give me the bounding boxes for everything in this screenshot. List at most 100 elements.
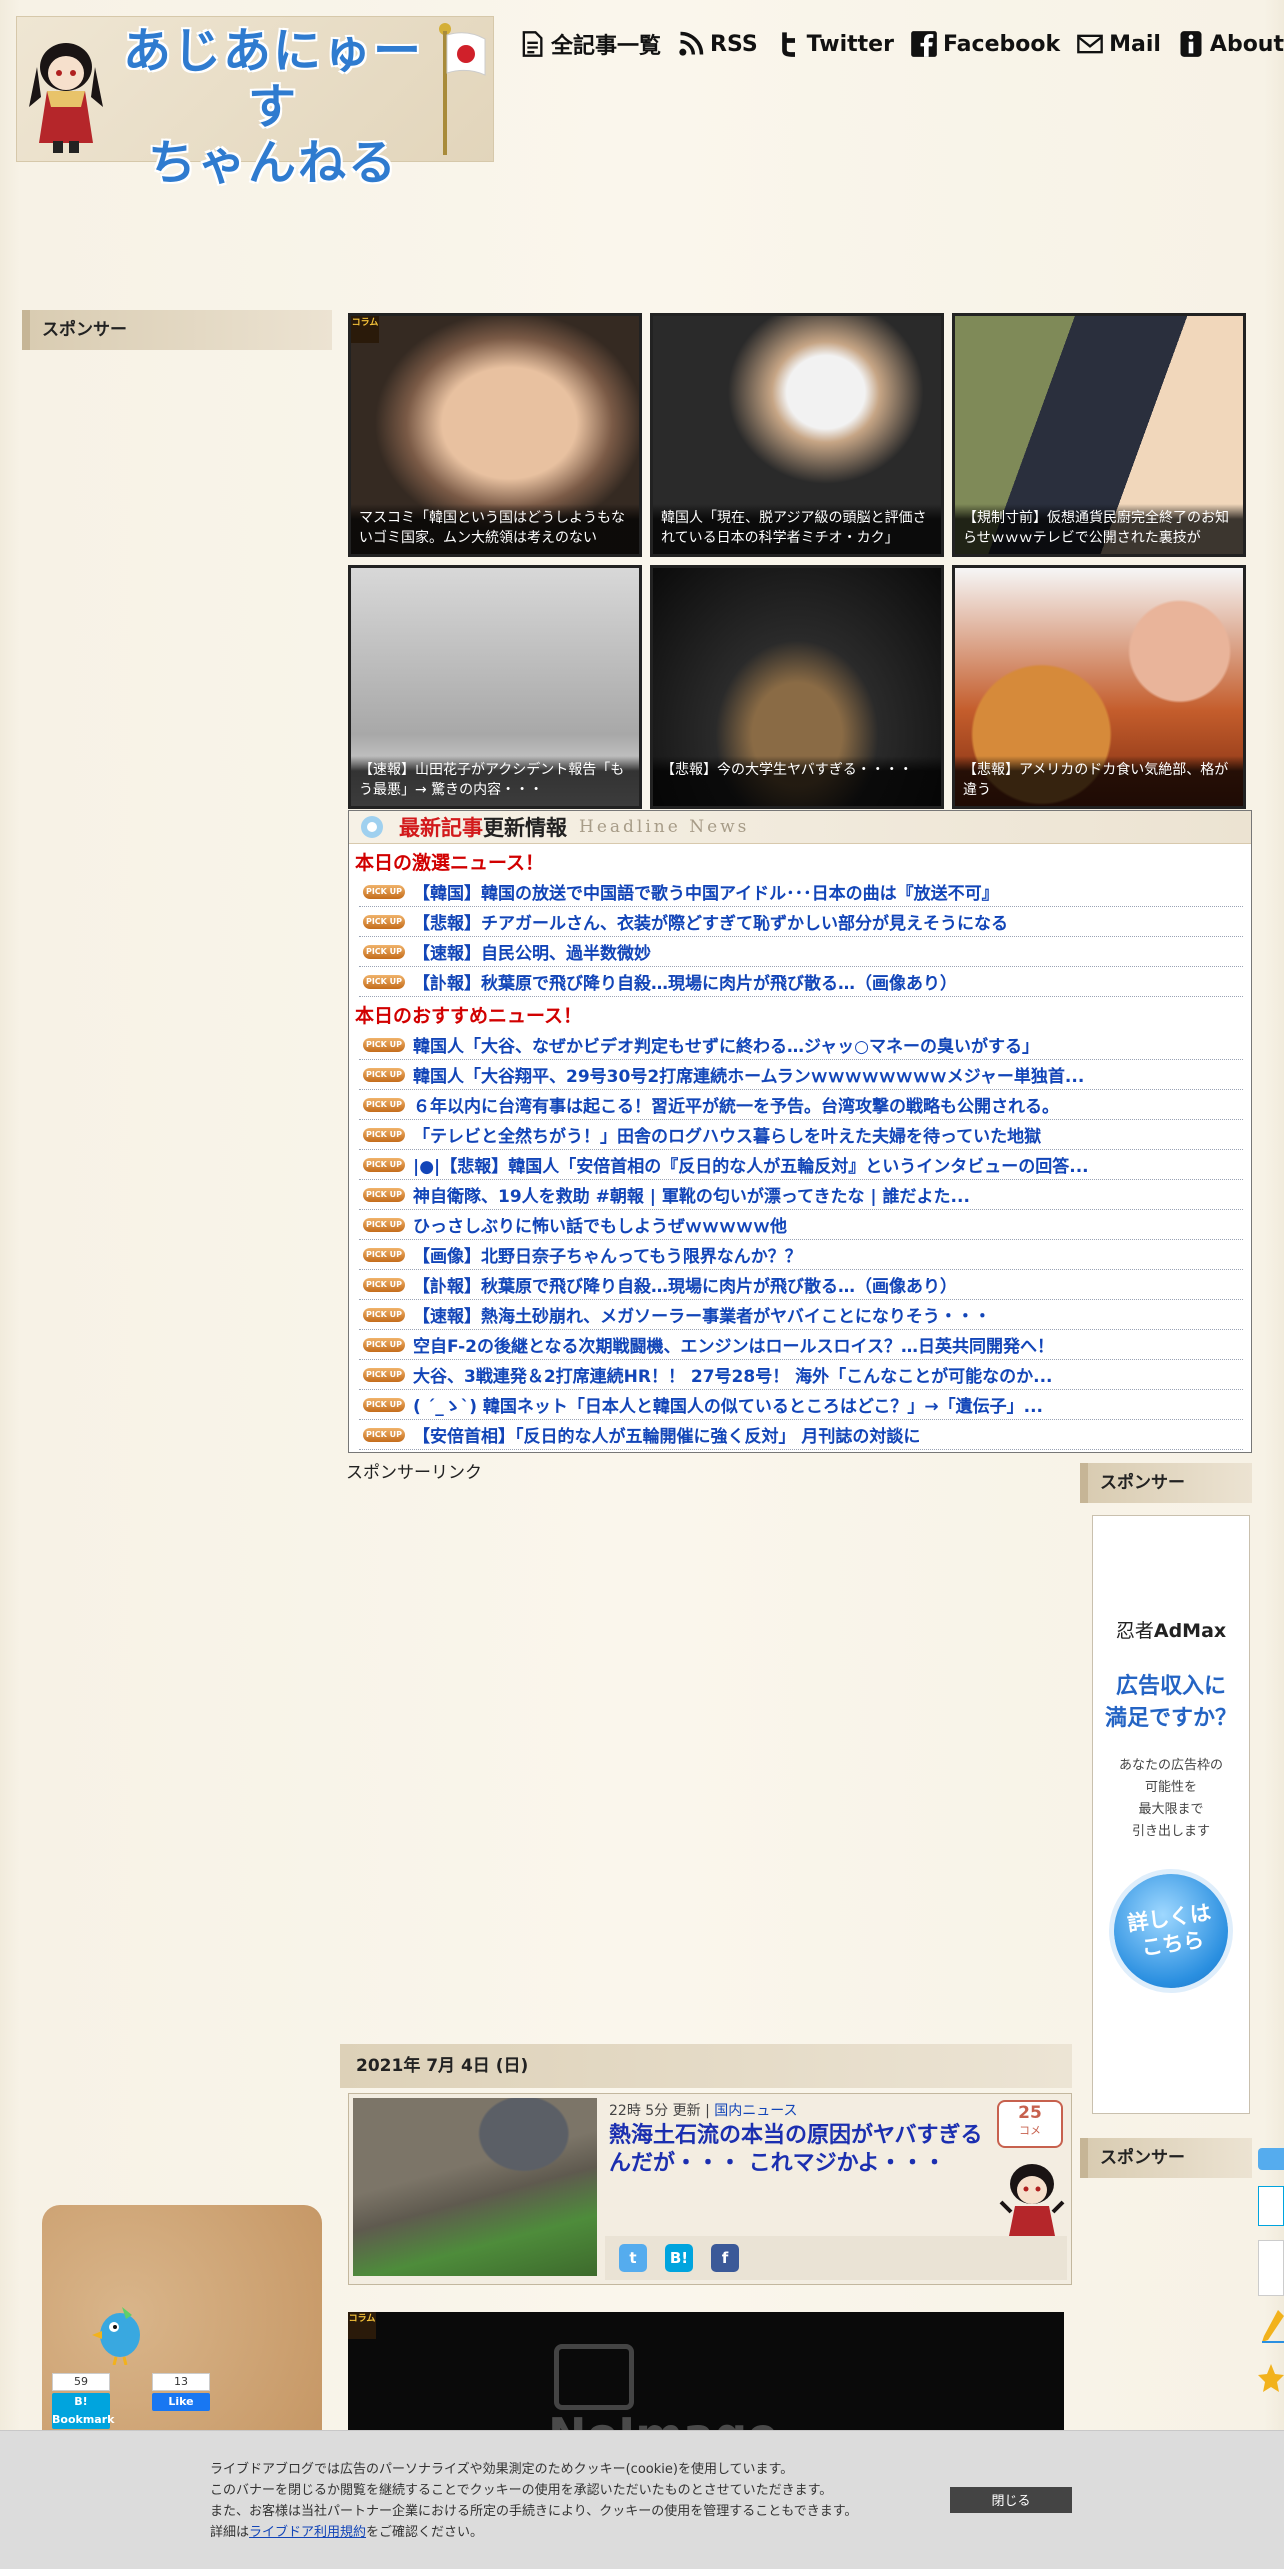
hatena-bookmark-widget[interactable]: 59 B! Bookmark xyxy=(52,2373,114,2429)
news-row: PICK UP 【韓国】韓国の放送で中国語で歌う中国アイドル･･･日本の曲は『放送… xyxy=(359,877,1243,907)
admax-details-button[interactable]: 詳しくは こちら xyxy=(1100,1860,1242,2002)
edge-star-icon[interactable] xyxy=(1258,2360,1284,2400)
news-row: PICK UP 韓国人「大谷翔平、29号30号2打席連続ホームランｗｗｗｗｗｗｗｗ… xyxy=(359,1060,1243,1090)
news-list-recommended: PICK UP 韓国人「大谷、なぜかビデオ判定もせずに終わる…ジャッ○マネーの臭い… xyxy=(349,1030,1251,1450)
admax-headline: 広告収入に 満足ですか？ xyxy=(1093,1671,1249,1735)
article-category-link[interactable]: 国内ニュース xyxy=(714,2103,797,2119)
admax-subtext: あなたの広告枠の 可能性を 最大限まで 引き出します xyxy=(1093,1755,1249,1843)
featured-item[interactable]: 【規制寸前】仮想通貨民廚完全終了のお知らせｗｗｗテレビで公開された裏技が xyxy=(952,313,1246,557)
featured-item[interactable]: 【悲報】今の大学生ヤバすぎる・・・・ xyxy=(650,565,944,809)
section-title-recommended: 本日のおすすめニュース！ xyxy=(355,1005,583,1027)
nav-facebook[interactable]: Facebook xyxy=(910,30,1060,58)
news-link[interactable]: 【訃報】秋葉原で飛び降り自殺…現場に肉片が飛び散る…（画像あり） xyxy=(413,1272,957,1297)
site-title-line1: あじあにゅーす xyxy=(122,23,423,135)
edge-twitter-icon[interactable] xyxy=(1258,2148,1284,2170)
admax-sub-3: 最大限まで xyxy=(1138,1802,1204,1817)
cookie-line: このバナーを閉じるか閲覧を継続することでクッキーの使用を承認いただいたものとさせ… xyxy=(210,2483,833,2498)
pickup-badge-icon: PICK UP xyxy=(363,914,405,929)
featured-caption: 【悲報】今の大学生ヤバすぎる・・・・ xyxy=(653,756,941,806)
pickup-badge-icon: PICK UP xyxy=(363,884,405,899)
hatena-share-icon[interactable]: B! xyxy=(665,2244,693,2272)
nav-all-articles[interactable]: 全記事一覧 xyxy=(518,28,661,60)
right-sponsor-heading: スポンサー xyxy=(1080,1463,1252,1503)
news-link[interactable]: 【訃報】秋葉原で飛び降り自殺…現場に肉片が飛び散る…（画像あり） xyxy=(413,969,957,994)
headline-news-title: 最新記事更新情報 xyxy=(399,812,567,842)
site-title: あじあにゅーす ちゃんねる xyxy=(113,23,433,191)
news-link[interactable]: 【画像】北野日奈子ちゃんってもう限界なんか？？ xyxy=(413,1242,802,1267)
nav-about[interactable]: About xyxy=(1177,30,1284,58)
admax-brand: 忍者AdMax xyxy=(1093,1616,1249,1643)
nav-rss[interactable]: RSS xyxy=(677,30,758,58)
sponsor-link-label: スポンサーリンク xyxy=(346,1463,482,1483)
admax-sub-2: 可能性を xyxy=(1144,1780,1197,1795)
featured-item[interactable]: 【悲報】アメリカのドカ食い気絶部、格が違う xyxy=(952,565,1246,809)
like-label: Like xyxy=(152,2393,210,2411)
pickup-badge-icon: PICK UP xyxy=(363,1247,405,1262)
news-link[interactable]: ひっさしぶりに怖い話でもしようぜｗｗｗｗｗ他 xyxy=(413,1212,787,1237)
news-link[interactable]: |●|【悲報】韓国人「安倍首相の『反日的な人が五輪反対』というインタビューの回答… xyxy=(413,1152,1089,1177)
featured-caption: 韓国人「現在、脱アジア級の頭脳と評価されている日本の科学者ミチオ・カク」 xyxy=(653,504,941,554)
news-link[interactable]: 【安倍首相】「反日的な人が五輪開催に強く反対」 月刊誌の対談に xyxy=(413,1422,920,1447)
article-thumbnail[interactable] xyxy=(353,2098,597,2276)
mascot-girl-icon xyxy=(29,43,103,153)
news-link[interactable]: ６年以内に台湾有事は起こる！習近平が統一を予告。台湾攻撃の戦略も公開される。 xyxy=(413,1092,1059,1117)
featured-item[interactable]: コラム マスコミ「韓国という国はどうしようもないゴミ国家。ムン大統領は考えのない xyxy=(348,313,642,557)
news-link[interactable]: 神自衛隊、19人を救助 #朝報 | 軍靴の匂いが漂ってきたな | 誰だよた... xyxy=(413,1182,970,1207)
article-title-link[interactable]: 熱海土石流の本当の原因がヤバすぎるんだが・・・ これマジかよ・・・ xyxy=(609,2122,1001,2178)
news-link[interactable]: 【速報】自民公明、過半数微妙 xyxy=(413,939,651,964)
news-list-picks: PICK UP 【韓国】韓国の放送で中国語で歌う中国アイドル･･･日本の曲は『放送… xyxy=(349,877,1251,997)
news-link[interactable]: 韓国人「大谷翔平、29号30号2打席連続ホームランｗｗｗｗｗｗｗｗメジャー単独首… xyxy=(413,1062,1084,1087)
edge-comment-icon[interactable] xyxy=(1258,2240,1284,2296)
edge-pen-icon[interactable] xyxy=(1258,2306,1284,2346)
news-row: PICK UP ( ´_ゝ`) 韓国ネット「日本人と韓国人の似ているところはどこ？… xyxy=(359,1390,1243,1420)
site-logo[interactable]: あじあにゅーす ちゃんねる xyxy=(16,16,494,191)
facebook-share-icon[interactable]: f xyxy=(711,2244,739,2272)
featured-item[interactable]: 【速報】山田花子がアクシデント報告「もう最悪」→ 驚きの内容・・・ xyxy=(348,565,642,809)
rss-icon xyxy=(679,31,704,56)
terms-link[interactable]: ライブドア利用規約 xyxy=(249,2525,366,2540)
star-icon xyxy=(1258,2364,1284,2392)
facebook-like-widget[interactable]: 13 Like xyxy=(152,2373,210,2411)
admax-ad[interactable]: 忍者AdMax 広告収入に 満足ですか？ あなたの広告枠の 可能性を 最大限まで… xyxy=(1092,1515,1250,2114)
pickup-badge-icon: PICK UP xyxy=(363,1157,405,1172)
news-link[interactable]: 【韓国】韓国の放送で中国語で歌う中国アイドル･･･日本の曲は『放送不可』 xyxy=(413,879,999,904)
document-icon xyxy=(522,31,543,57)
mascot-icon xyxy=(999,2164,1065,2236)
comment-count-badge[interactable]: 25 コメ xyxy=(997,2100,1063,2148)
news-link[interactable]: 【悲報】チアガールさん、衣装が際どすぎて恥ずかしい部分が見えそうになる xyxy=(413,909,1008,934)
headline-news-header: 最新記事更新情報 Headline News xyxy=(349,811,1251,844)
featured-grid: コラム マスコミ「韓国という国はどうしようもないゴミ国家。ムン大統領は考えのない… xyxy=(348,313,1246,809)
bookmark-count: 59 xyxy=(52,2373,110,2391)
cookie-banner: ライブドアブログでは広告のパーソナライズや効果測定のためクッキー(cookie)… xyxy=(0,2430,1284,2569)
meta-separator: | xyxy=(705,2103,710,2119)
news-link[interactable]: ( ´_ゝ`) 韓国ネット「日本人と韓国人の似ているところはどこ？」→「遺伝子」… xyxy=(413,1392,1043,1417)
headline-news-box: 最新記事更新情報 Headline News 本日の激選ニュース！ PICK U… xyxy=(348,810,1252,1453)
cookie-line4-pre: 詳細は xyxy=(210,2525,250,2540)
admax-brand-b: AdMax xyxy=(1153,1620,1227,1642)
news-link[interactable]: 【速報】熱海土砂崩れ、メガソーラー事業者がヤバイことになりそう・・・ xyxy=(413,1302,991,1327)
nav-twitter[interactable]: Twitter xyxy=(774,30,894,58)
news-row: PICK UP 空自F-2の後継となる次期戦闘機、エンジンはロールスロイス？…日英… xyxy=(359,1330,1243,1360)
news-link[interactable]: 空自F-2の後継となる次期戦闘機、エンジンはロールスロイス？…日英共同開発へ！ xyxy=(413,1332,1054,1357)
cookie-close-button[interactable]: 閉じる xyxy=(950,2487,1072,2513)
pickup-badge-icon: PICK UP xyxy=(363,1397,405,1412)
news-link[interactable]: 韓国人「大谷、なぜかビデオ判定もせずに終わる…ジャッ○マネーの臭いがする」 xyxy=(413,1032,1039,1057)
featured-item[interactable]: 韓国人「現在、脱アジア級の頭脳と評価されている日本の科学者ミチオ・カク」 xyxy=(650,313,944,557)
cookie-text: ライブドアブログでは広告のパーソナライズや効果測定のためクッキー(cookie)… xyxy=(210,2459,930,2543)
mail-icon xyxy=(1077,34,1103,54)
article-card: 22時 5分 更新 | 国内ニュース 熱海土石流の本当の原因がヤバすぎるんだが・… xyxy=(348,2093,1072,2285)
twitter-share-icon[interactable]: t xyxy=(619,2244,647,2272)
news-row: PICK UP 大谷、3戦連発＆2打席連続HR！！ 27号28号！ 海外「こんなこ… xyxy=(359,1360,1243,1390)
pickup-badge-icon: PICK UP xyxy=(363,1307,405,1322)
comment-unit: コメ xyxy=(1019,2124,1041,2137)
nav-mail[interactable]: Mail xyxy=(1076,30,1161,58)
news-link[interactable]: 「テレビと全然ちがう！」田舎のログハウス暮らしを叶えた夫婦を待っていた地獄 xyxy=(413,1122,1041,1147)
news-row: PICK UP ひっさしぶりに怖い話でもしようぜｗｗｗｗｗ他 xyxy=(359,1210,1243,1240)
news-link[interactable]: 大谷、3戦連発＆2打席連続HR！！ 27号28号！ 海外「こんなことが可能なのか… xyxy=(413,1362,1053,1387)
news-row: PICK UP ６年以内に台湾有事は起こる！習近平が統一を予告。台湾攻撃の戦略も公… xyxy=(359,1090,1243,1120)
cookie-line: 詳細はライブドア利用規約をご確認ください。 xyxy=(210,2522,930,2543)
pickup-badge-icon: PICK UP xyxy=(363,1097,405,1112)
bookmark-label: B! Bookmark xyxy=(52,2393,114,2429)
image-placeholder-icon xyxy=(554,2344,634,2410)
edge-hatena-icon[interactable] xyxy=(1258,2186,1284,2226)
